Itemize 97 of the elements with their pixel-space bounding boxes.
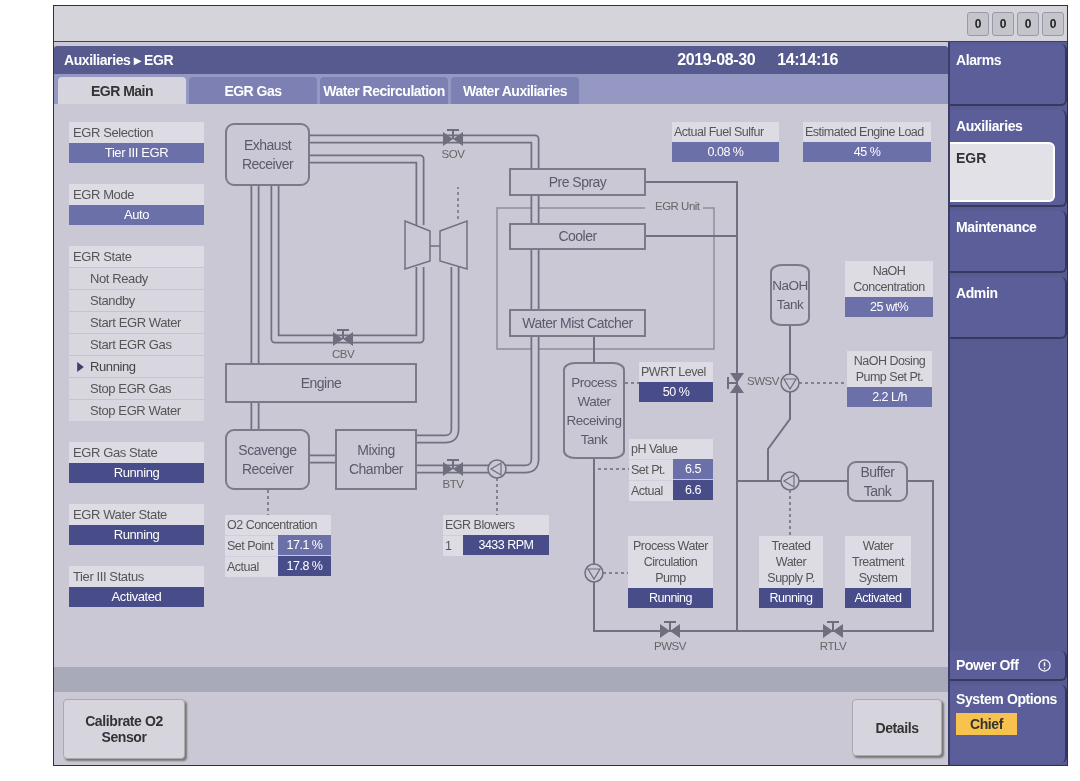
readout-label: NaOH Concentration [845, 261, 933, 297]
nav-item[interactable]: Admin [950, 277, 1067, 339]
state-item: Stop EGR Water [69, 399, 204, 421]
row-label: Actual [629, 480, 673, 501]
valve-label: PWSV [653, 640, 688, 652]
alarm-counter: 0 [967, 11, 989, 36]
valve-icon [660, 621, 680, 638]
readout-value: 3433 RPM [463, 535, 549, 555]
field-label: EGR Water State [69, 504, 204, 525]
vessel-box: Scavenge Receiver [225, 429, 310, 490]
unit-box: Pre Spray [509, 168, 646, 196]
unit-box: Mixing Chamber [335, 429, 417, 490]
state-item: Start EGR Water [69, 311, 204, 333]
tank-shape: NaOH Tank [770, 264, 810, 326]
field-label: EGR Mode [69, 184, 204, 205]
row-label: Actual [225, 556, 278, 577]
unit-box: Cooler [509, 223, 646, 250]
field-label: EGR State [69, 246, 204, 267]
breadcrumb: Auxiliaries ▸ EGR [64, 52, 175, 68]
tab[interactable]: Water Recirculation [320, 77, 448, 104]
row-label: Set Point [225, 535, 278, 556]
unit-box: Water Mist Catcher [509, 309, 646, 337]
readout-value: 50 % [639, 382, 713, 402]
valve-label: CBV [330, 348, 356, 360]
user-level-badge: Chief [956, 713, 1017, 735]
field-label: EGR Gas State [69, 442, 204, 463]
vessel-box: Buffer Tank [847, 461, 908, 502]
power-off-button[interactable]: Power Off [950, 651, 1067, 681]
readout-value: 17.1 % [278, 535, 331, 555]
status-value: Running [69, 525, 204, 545]
field-label: Tier III Status [69, 566, 204, 587]
tank-shape: Process Water Receiving Tank [563, 362, 625, 459]
readout-label: Estimated Engine Load [803, 122, 931, 142]
status-value: Tier III EGR [69, 143, 204, 163]
readout-value: Running [759, 588, 823, 608]
status-value: Activated [69, 587, 204, 607]
tab[interactable]: EGR Gas [189, 77, 317, 104]
alarm-counter: 0 [1042, 11, 1064, 36]
valve-icon [443, 459, 463, 476]
readout-label: pH Value [629, 439, 713, 459]
state-item: Not Ready [69, 267, 204, 289]
valve-icon [333, 329, 353, 346]
field-label: EGR Selection [69, 122, 204, 143]
nav-item[interactable]: Maintenance [950, 211, 1067, 273]
date-text: 2019-08-30 [677, 51, 756, 69]
valve-label: SOV [440, 148, 466, 160]
valve-icon [727, 373, 744, 393]
vessel-box: Exhaust Receiver [225, 123, 310, 186]
pump-icon [487, 459, 507, 479]
readout-value: 0.08 % [672, 142, 779, 162]
calibrate-button[interactable]: Calibrate O2 Sensor [63, 699, 185, 759]
unit-box: Engine [225, 363, 417, 403]
readout-label: Water Treatment System [845, 536, 911, 588]
valve-label: BTV [441, 478, 465, 490]
readout-label: EGR Blowers [443, 515, 549, 535]
valve-label: SWSV [747, 375, 779, 387]
readout-label: Actual Fuel Sulfur [672, 122, 779, 142]
pointer-icon [77, 361, 84, 372]
row-label: 1 [443, 535, 463, 556]
state-item: Start EGR Gas [69, 333, 204, 355]
tab[interactable]: EGR Main [58, 77, 186, 104]
readout-value: Running [628, 588, 713, 608]
nav-subitem[interactable]: EGR [950, 142, 1055, 202]
pump-icon [780, 373, 800, 393]
status-value: Auto [69, 205, 204, 225]
readout-value: 6.5 [673, 459, 713, 479]
valve-label: RTLV [818, 640, 848, 652]
system-options-label: System Options [956, 691, 1058, 707]
state-item: Standby [69, 289, 204, 311]
pump-icon [780, 471, 800, 491]
alarm-counter: 0 [992, 11, 1014, 36]
row-label: Set Pt. [629, 459, 673, 480]
unit-label: EGR Unit [655, 200, 700, 212]
details-button[interactable]: Details [852, 699, 942, 756]
readout-label: Process Water Circulation Pump [628, 536, 713, 588]
readout-label: PWRT Level [639, 362, 713, 382]
readout-value: 6.6 [673, 480, 713, 500]
valve-icon [823, 621, 843, 638]
status-value: Running [69, 463, 204, 483]
tab[interactable]: Water Auxiliaries [451, 77, 579, 104]
alarm-counter: 0 [1017, 11, 1039, 36]
readout-value: 17.8 % [278, 556, 331, 576]
nav-group-label[interactable]: Auxiliaries [950, 118, 1065, 134]
nav-item[interactable]: Alarms [950, 44, 1067, 106]
state-item: Stop EGR Gas [69, 377, 204, 399]
readout-value: 2.2 L/h [847, 387, 932, 407]
readout-label: NaOH Dosing Pump Set Pt. [847, 351, 932, 387]
readout-label: O2 Concentration [225, 515, 331, 535]
readout-value: Activated [845, 588, 911, 608]
readout-label: Treated Water Supply P. [759, 536, 823, 588]
info-icon [1038, 658, 1051, 672]
valve-icon [443, 129, 463, 146]
readout-value: 45 % [803, 142, 931, 162]
state-item: Running [69, 355, 204, 377]
pump-icon [584, 563, 604, 583]
time-text: 14:14:16 [777, 51, 838, 69]
readout-value: 25 wt% [845, 297, 933, 317]
